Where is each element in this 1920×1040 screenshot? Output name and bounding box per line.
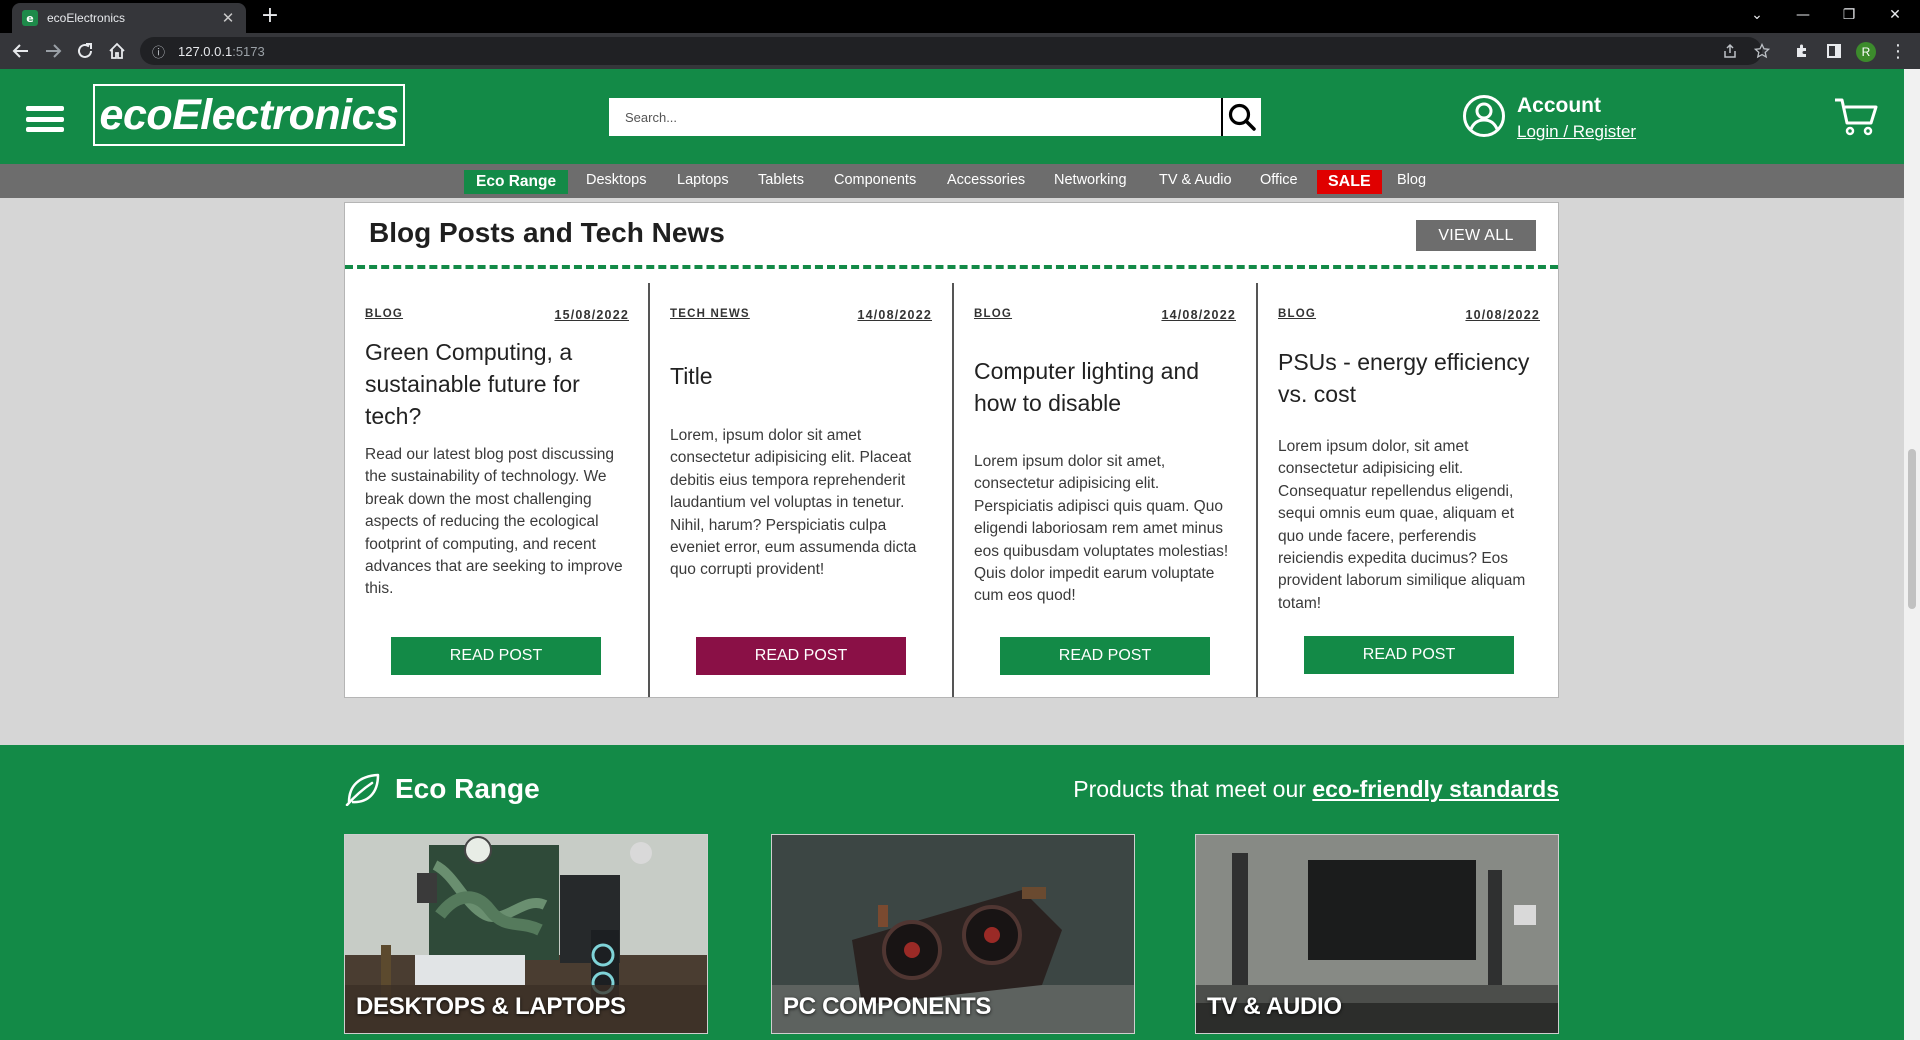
category-card-label: PC COMPONENTS — [783, 993, 992, 1020]
eco-range-title: Eco Range — [395, 773, 540, 804]
search-icon — [1228, 103, 1256, 131]
site-logo[interactable]: ecoElectronics — [93, 84, 405, 146]
nav-item-laptops[interactable]: Laptops — [677, 172, 729, 188]
section-divider — [345, 265, 1558, 269]
category-card-desktops-laptops[interactable]: DESKTOPS & LAPTOPS — [344, 834, 708, 1034]
account-title: Account — [1517, 94, 1601, 117]
read-post-button[interactable]: READ POST — [1304, 636, 1514, 674]
page-scrollbar[interactable] — [1904, 69, 1920, 1040]
post-title[interactable]: Computer lighting and how to disable — [974, 355, 1244, 419]
forward-icon[interactable] — [41, 39, 65, 63]
tab-title: ecoElectronics — [47, 11, 126, 25]
post-date: 14/08/2022 — [857, 308, 932, 322]
category-card-label: DESKTOPS & LAPTOPS — [356, 993, 626, 1020]
nav-item-desktops[interactable]: Desktops — [586, 172, 646, 188]
post-date: 15/08/2022 — [554, 308, 629, 322]
share-icon[interactable] — [1718, 39, 1742, 63]
site-header: ecoElectronics Account Login / Register — [0, 69, 1904, 164]
browser-toolbar: ⓘ 127.0.0.1:5173 R ⋮ — [0, 33, 1920, 69]
read-post-button[interactable]: READ POST — [1000, 637, 1210, 675]
nav-item-tablets[interactable]: Tablets — [758, 172, 804, 188]
favicon-icon: e — [22, 10, 38, 26]
account-icon[interactable] — [1462, 94, 1506, 138]
category-card-tv-audio[interactable]: TV & AUDIO — [1195, 834, 1559, 1034]
close-icon[interactable]: ✕ — [220, 9, 236, 27]
sidepanel-icon[interactable] — [1822, 39, 1846, 63]
menu-dots-icon[interactable]: ⋮ — [1886, 39, 1910, 63]
blog-post-card: BLOG 14/08/2022 Computer lighting and ho… — [952, 283, 1256, 697]
chevron-down-icon[interactable]: ⌄ — [1734, 0, 1780, 30]
nav-item-sale[interactable]: SALE — [1317, 170, 1382, 194]
minimize-icon[interactable]: — — [1780, 0, 1826, 30]
back-icon[interactable] — [9, 39, 33, 63]
nav-item-office[interactable]: Office — [1260, 172, 1298, 188]
hamburger-icon[interactable] — [26, 106, 64, 132]
blog-post-card: BLOG 10/08/2022 PSUs - energy efficiency… — [1256, 283, 1560, 697]
browser-tabbar: e ecoElectronics ✕ + ⌄ — ❐ ✕ — [0, 0, 1920, 33]
post-tag[interactable]: BLOG — [1278, 308, 1316, 320]
search-input[interactable] — [609, 98, 1221, 136]
blog-post-card: TECH NEWS 14/08/2022 Title Lorem, ipsum … — [648, 283, 952, 697]
nav-item-networking[interactable]: Networking — [1054, 172, 1127, 188]
post-title[interactable]: PSUs - energy efficiency vs. cost — [1278, 346, 1548, 410]
cart-icon[interactable] — [1834, 97, 1878, 137]
window-close-icon[interactable]: ✕ — [1872, 0, 1918, 30]
browser-tab[interactable]: e ecoElectronics ✕ — [12, 3, 246, 33]
blog-section: Blog Posts and Tech News VIEW ALL BLOG 1… — [344, 202, 1559, 698]
scrollbar-thumb[interactable] — [1908, 449, 1916, 609]
search-button[interactable] — [1221, 98, 1261, 136]
eco-range-section: Eco Range Products that meet our eco-fri… — [0, 745, 1904, 1040]
post-excerpt: Lorem ipsum dolor, sit amet consectetur … — [1278, 438, 1526, 612]
post-excerpt: Lorem ipsum dolor sit amet, consectetur … — [974, 453, 1229, 605]
eco-range-subtitle: Products that meet our eco-friendly stan… — [1073, 776, 1559, 802]
nav-item-eco-range[interactable]: Eco Range — [464, 170, 569, 194]
category-nav: Eco Range Desktops Laptops Tablets Compo… — [0, 164, 1904, 198]
post-tag[interactable]: BLOG — [974, 308, 1012, 320]
extension-icon[interactable] — [1790, 39, 1814, 63]
nav-item-components[interactable]: Components — [834, 172, 916, 188]
plus-icon[interactable]: + — [256, 4, 284, 30]
login-register-link[interactable]: Login / Register — [1517, 122, 1636, 142]
post-tag[interactable]: TECH NEWS — [670, 308, 750, 320]
read-post-button[interactable]: READ POST — [696, 637, 906, 675]
nav-item-blog[interactable]: Blog — [1397, 172, 1426, 188]
star-icon[interactable] — [1750, 39, 1774, 63]
search-bar — [609, 98, 1261, 136]
eco-standards-link[interactable]: eco-friendly standards — [1312, 776, 1559, 802]
restore-icon[interactable]: ❐ — [1826, 0, 1872, 30]
blog-section-title: Blog Posts and Tech News — [369, 217, 725, 248]
leaf-icon — [345, 773, 380, 806]
nav-item-tv-audio[interactable]: TV & Audio — [1159, 172, 1232, 188]
category-card-pc-components[interactable]: PC COMPONENTS — [771, 834, 1135, 1034]
view-all-button[interactable]: VIEW ALL — [1416, 220, 1536, 251]
address-bar[interactable]: ⓘ 127.0.0.1:5173 — [140, 37, 1762, 65]
avatar[interactable]: R — [1856, 42, 1876, 62]
blog-post-card: BLOG 15/08/2022 Green Computing, a susta… — [345, 283, 649, 697]
info-icon[interactable]: ⓘ — [152, 42, 168, 61]
post-excerpt: Lorem, ipsum dolor sit amet consectetur … — [670, 427, 917, 579]
post-title[interactable]: Title — [670, 360, 940, 392]
url-text: 127.0.0.1:5173 — [178, 43, 265, 59]
home-icon[interactable] — [105, 39, 129, 63]
post-excerpt: Read our latest blog post discussing the… — [365, 446, 623, 598]
nav-item-accessories[interactable]: Accessories — [947, 172, 1025, 188]
read-post-button[interactable]: READ POST — [391, 637, 601, 675]
post-title[interactable]: Green Computing, a sustainable future fo… — [365, 336, 635, 432]
post-date: 14/08/2022 — [1161, 308, 1236, 322]
category-card-label: TV & AUDIO — [1207, 993, 1342, 1020]
post-tag[interactable]: BLOG — [365, 308, 403, 320]
reload-icon[interactable] — [73, 39, 97, 63]
post-date: 10/08/2022 — [1465, 308, 1540, 322]
